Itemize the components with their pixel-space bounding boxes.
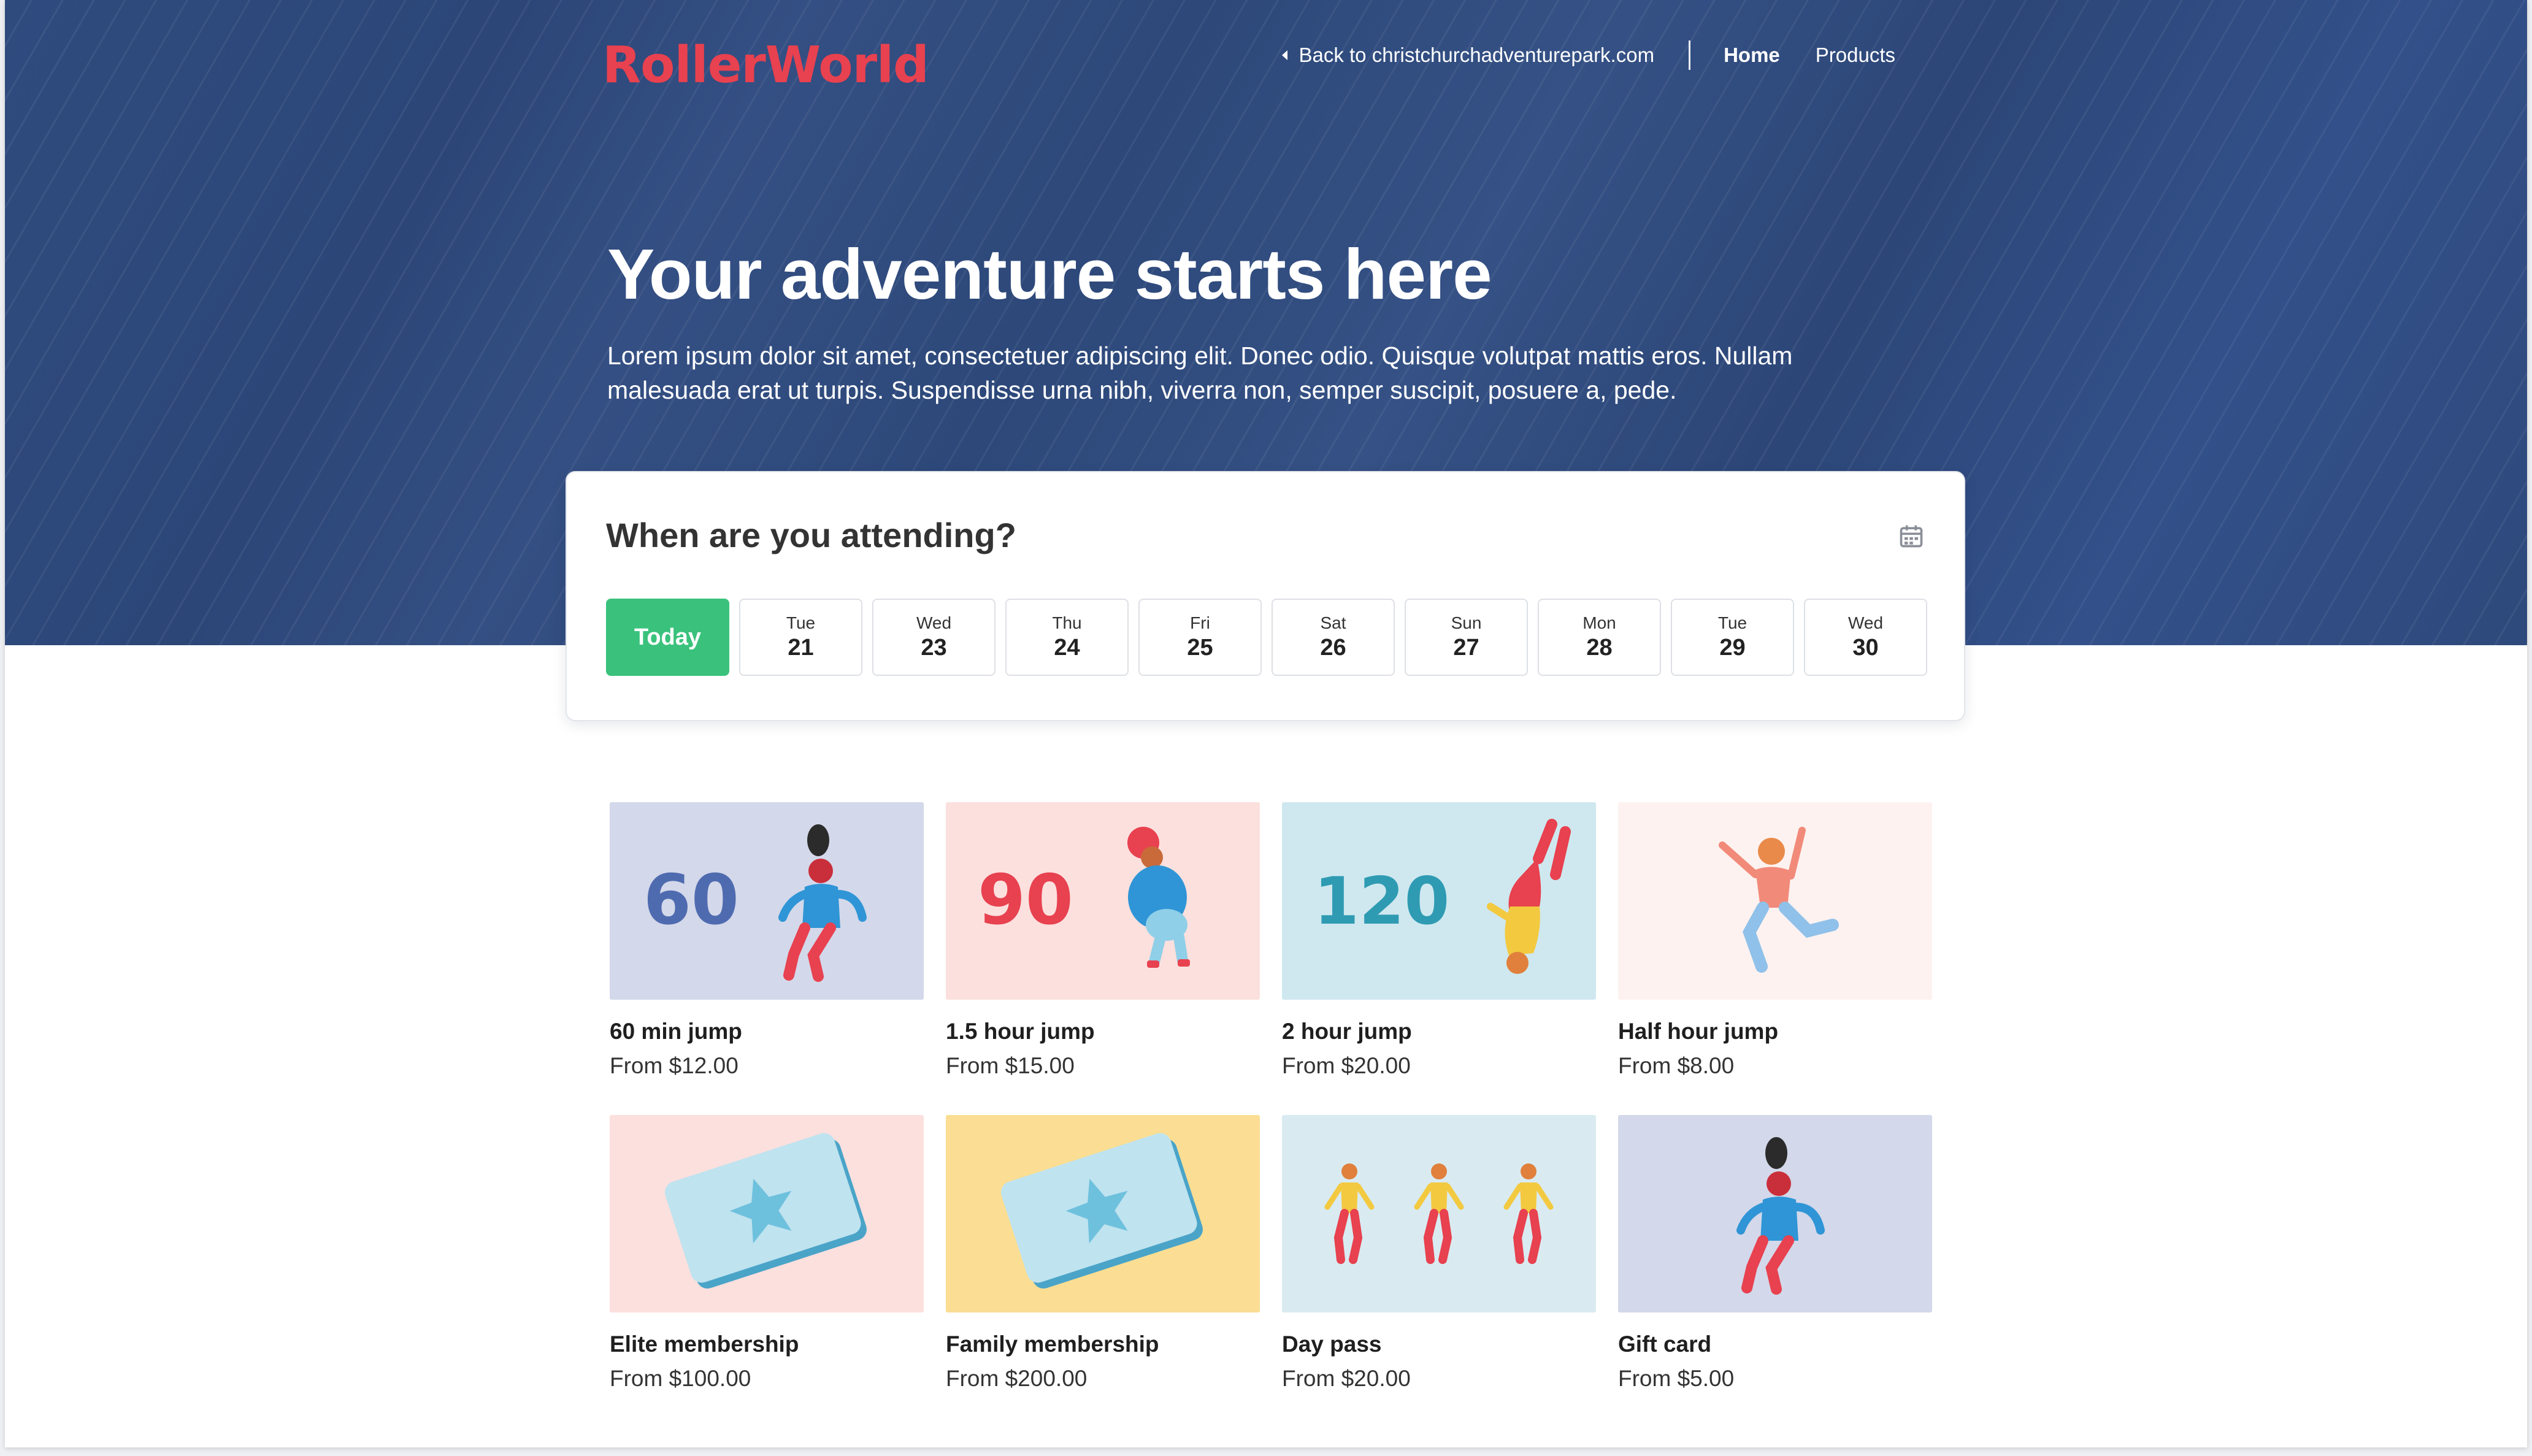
date-button[interactable]: Sun 27 [1405,599,1528,676]
product-name: 2 hour jump [1282,1019,1412,1044]
date-button[interactable]: Tue 21 [739,599,862,676]
product-grid: 60 60 min jump From $12.00 90 1.5 hour j… [610,802,1932,1392]
date-weekday: Mon [1582,613,1616,632]
membership-card-illustration [664,1133,867,1289]
date-day: 25 [1187,635,1213,661]
date-selector: Today Tue 21 Wed 23 Thu 24 Fri 25 Sat 26 [606,599,1927,676]
date-button[interactable]: Mon 28 [1538,599,1661,676]
date-button[interactable]: Wed 23 [872,599,996,676]
product-card-gift-card[interactable]: Gift card From $5.00 [1618,1115,1932,1392]
product-card-60-min-jump[interactable]: 60 60 min jump From $12.00 [610,802,924,1079]
product-name: Half hour jump [1618,1019,1779,1044]
date-day: 24 [1054,635,1080,661]
nav-divider [1689,40,1691,70]
date-weekday: Thu [1052,613,1082,632]
date-button[interactable]: Thu 24 [1005,599,1129,676]
product-thumbnail[interactable] [946,1115,1260,1312]
date-weekday: Sun [1451,613,1482,632]
date-day: 29 [1719,635,1746,661]
date-day: 27 [1453,635,1479,661]
jumper-90-illustration: 90 [978,827,1190,968]
product-name: Day pass [1282,1331,1382,1357]
product-name: Gift card [1618,1331,1712,1357]
nav-item-home[interactable]: Home [1724,44,1780,67]
date-picker-heading: When are you attending? [606,516,1016,554]
back-link[interactable]: Back to christchurchadventurepark.com [1282,44,1654,67]
chevron-left-icon [1282,50,1288,60]
product-thumbnail[interactable]: 120 [1282,802,1596,1000]
jumper-gift-illustration [1736,1137,1825,1295]
product-thumbnail[interactable] [1282,1115,1596,1312]
jumper-half-hour-illustration [1719,827,1839,973]
back-link-label: Back to christchurchadventurepark.com [1299,44,1655,66]
product-thumbnail[interactable] [1618,802,1932,1000]
page-frame: RollerWorld Back to christchurchadventur… [5,0,2527,1447]
date-weekday: Fri [1190,613,1210,632]
date-day: 26 [1320,635,1346,661]
three-people-illustration [1324,1163,1554,1264]
date-button[interactable]: Tue 29 [1671,599,1794,676]
date-picker-card: When are you attending? Today Tue 21 Wed… [566,471,1965,721]
calendar-icon[interactable] [1898,523,1925,550]
hero-description: Lorem ipsum dolor sit amet, consectetuer… [607,342,1793,404]
product-card-family-membership[interactable]: Family membership From $200.00 [946,1115,1260,1392]
product-name: Elite membership [610,1331,799,1357]
product-price: From $12.00 [610,1053,738,1078]
brand-logo[interactable]: RollerWorld [602,36,929,94]
product-price: From $5.00 [1618,1366,1735,1391]
date-button[interactable]: Fri 25 [1138,599,1262,676]
duration-badge-text: 60 [643,860,739,940]
product-card-half-hour-jump[interactable]: Half hour jump From $8.00 [1618,802,1932,1079]
product-card-elite-membership[interactable]: Elite membership From $100.00 [610,1115,924,1392]
membership-card-illustration [1000,1133,1203,1289]
date-day: 23 [921,635,947,661]
nav-item-products[interactable]: Products [1816,44,1895,67]
duration-badge-text: 120 [1314,864,1449,939]
date-day: 21 [788,635,814,661]
product-name: 60 min jump [610,1019,742,1044]
product-thumbnail[interactable]: 90 [946,802,1260,1000]
brand-logo-text: RollerWorld [602,36,929,94]
product-name: 1.5 hour jump [946,1019,1095,1044]
product-thumbnail[interactable]: 60 [610,802,924,1000]
product-card-2-hour-jump[interactable]: 120 2 hour jump From $20.00 [1282,802,1596,1079]
product-card-1-5-hour-jump[interactable]: 90 1.5 hour jump From $15.00 [946,802,1260,1079]
date-day: 28 [1586,635,1613,661]
date-weekday: Tue [1717,613,1747,632]
product-price: From $200.00 [946,1366,1088,1391]
date-day: 30 [1852,635,1879,661]
date-button[interactable]: Sat 26 [1272,599,1395,676]
top-nav: Back to christchurchadventurepark.com Ho… [1282,37,1895,74]
date-today-button[interactable]: Today [606,599,729,676]
date-button[interactable]: Wed 30 [1804,599,1927,676]
product-thumbnail[interactable] [610,1115,924,1312]
product-name: Family membership [946,1331,1159,1357]
jumper-120-illustration: 120 [1314,819,1571,974]
product-card-day-pass[interactable]: Day pass From $20.00 [1282,1115,1596,1392]
date-weekday: Tue [786,613,816,632]
page-title: Your adventure starts here [607,234,1492,314]
product-price: From $20.00 [1282,1366,1411,1391]
date-weekday: Wed [916,613,952,632]
date-weekday: Wed [1847,613,1884,632]
duration-badge-text: 90 [978,860,1073,940]
product-price: From $8.00 [1618,1053,1735,1078]
product-price: From $100.00 [610,1366,751,1391]
date-weekday: Sat [1320,613,1346,632]
product-thumbnail[interactable] [1618,1115,1932,1312]
product-price: From $20.00 [1282,1053,1411,1078]
jumper-60-illustration: 60 [643,824,867,982]
product-price: From $15.00 [946,1053,1075,1078]
